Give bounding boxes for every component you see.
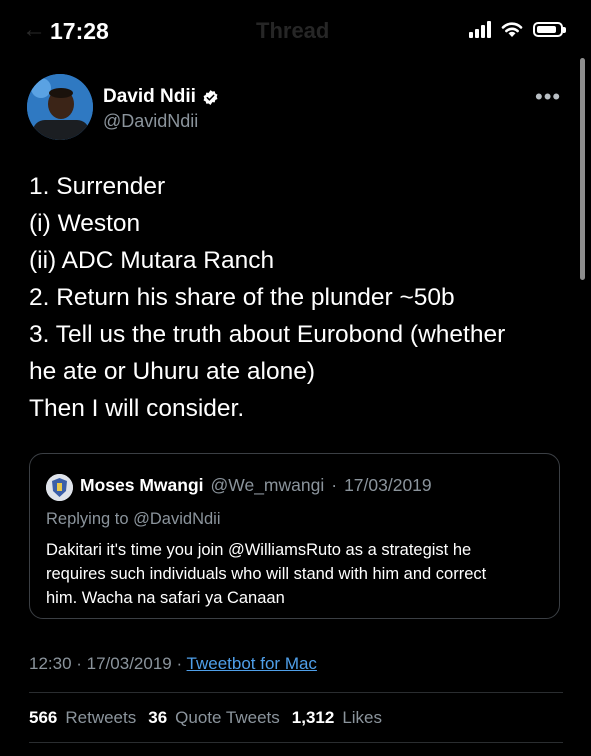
retweets-count[interactable]: 566 [29, 708, 57, 728]
divider [29, 692, 563, 693]
tweet-text: 1. Surrender (i) Weston (ii) ADC Mutara … [29, 168, 574, 427]
author-name[interactable]: David Ndii [103, 86, 196, 108]
quoted-line: him. Wacha na safari ya Canaan [46, 589, 285, 607]
retweets-label[interactable]: Retweets [65, 708, 136, 728]
quoted-line: requires such individuals who will stand… [46, 565, 487, 583]
tweet-line: (i) Weston [29, 210, 141, 237]
quoted-tweet[interactable]: Moses Mwangi @We_mwangi · 17/03/2019 Rep… [29, 453, 560, 619]
tweet-line: 1. Surrender [29, 173, 166, 200]
quoted-line: Dakitari it's time you join @WilliamsRut… [46, 541, 472, 559]
quoted-author-name[interactable]: Moses Mwangi [80, 475, 204, 496]
likes-count[interactable]: 1,312 [292, 708, 335, 728]
replying-to: Replying to @DavidNdii [46, 510, 221, 528]
avatar[interactable] [27, 74, 93, 140]
verified-badge-icon [203, 89, 218, 105]
battery-icon [533, 22, 566, 37]
divider [29, 742, 563, 743]
author-name-row: David Ndii [103, 86, 219, 108]
signal-icon [469, 21, 491, 38]
tweet-line: he ate or Uhuru ate alone) [29, 358, 316, 385]
quoted-text: Dakitari it's time you join @WilliamsRut… [46, 538, 551, 610]
tweet-stats: 566 Retweets 36 Quote Tweets 1,312 Likes [29, 708, 386, 728]
quoted-header: Moses Mwangi @We_mwangi · 17/03/2019 [80, 475, 432, 496]
wifi-icon [501, 22, 523, 37]
scrollbar[interactable] [580, 58, 585, 280]
timestamp: 12:30 · 17/03/2019 · [29, 654, 187, 673]
more-options-button[interactable]: ••• [535, 84, 561, 110]
quote-tweets-label[interactable]: Quote Tweets [175, 708, 280, 728]
back-arrow-icon[interactable]: ← [22, 16, 46, 44]
status-bar: ← Thread 17:28 [0, 0, 591, 64]
tweet-line: 2. Return his share of the plunder ~50b [29, 284, 455, 311]
status-time: 17:28 [50, 18, 109, 44]
quote-tweets-count[interactable]: 36 [148, 708, 167, 728]
separator: · [331, 475, 338, 495]
author-handle[interactable]: @DavidNdii [103, 111, 198, 132]
source-link[interactable]: Tweetbot for Mac [187, 654, 317, 673]
nav-title: Thread [256, 18, 330, 43]
status-icons [469, 21, 566, 38]
battery-fill [537, 26, 556, 33]
tweet-line: 3. Tell us the truth about Eurobond (whe… [29, 321, 506, 348]
tweet-meta: 12:30 · 17/03/2019 · Tweetbot for Mac [29, 654, 317, 674]
tweet-line: (ii) ADC Mutara Ranch [29, 247, 275, 274]
quoted-date: 17/03/2019 [344, 475, 432, 495]
tweet-line: Then I will consider. [29, 395, 245, 422]
quoted-author-handle[interactable]: @We_mwangi [211, 475, 325, 496]
quoted-avatar[interactable] [46, 474, 73, 501]
likes-label[interactable]: Likes [342, 708, 382, 728]
tweet-author: David Ndii @DavidNdii ••• [27, 74, 567, 146]
